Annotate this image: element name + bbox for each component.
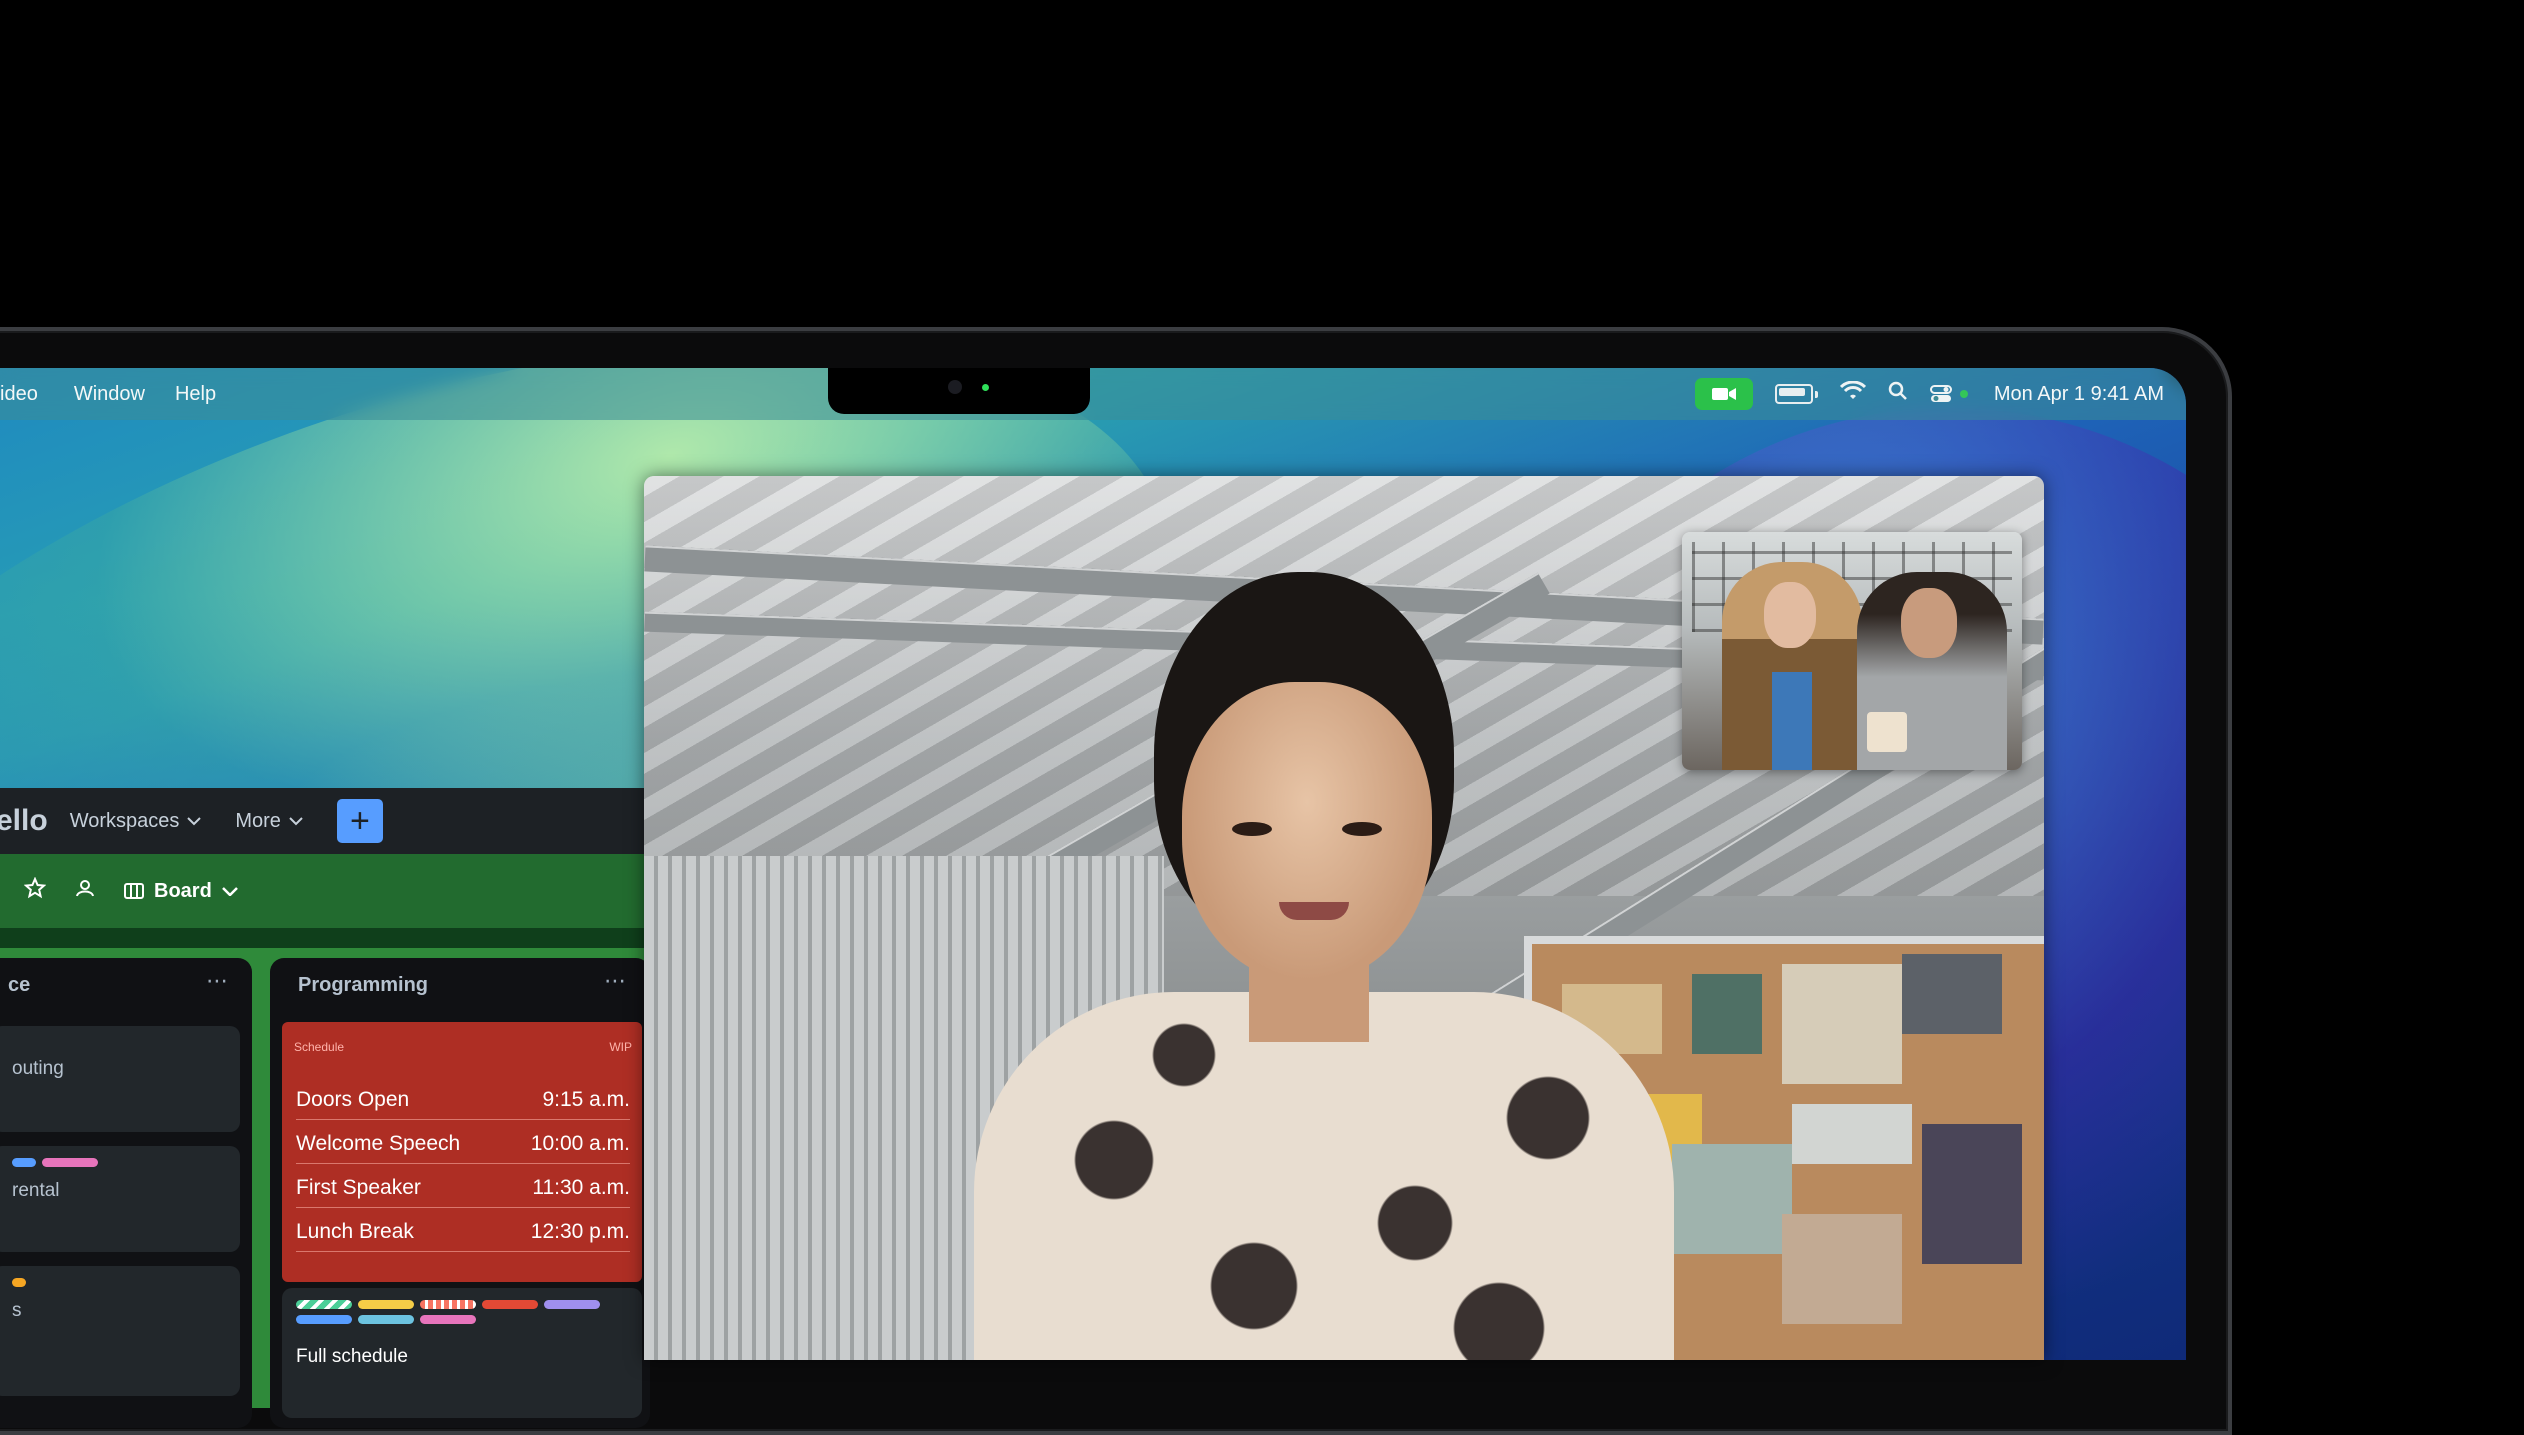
schedule-card-header: Schedule WIP bbox=[294, 1040, 632, 1054]
search-icon[interactable] bbox=[1888, 381, 1908, 407]
list-column: ce ⋯ outing rental s bbox=[0, 958, 252, 1428]
schedule-item-name: Lunch Break bbox=[296, 1220, 414, 1243]
participant-shirt bbox=[974, 992, 1674, 1360]
menu-help[interactable]: Help bbox=[175, 383, 216, 406]
schedule-row: Welcome Speech 10:00 a.m. bbox=[296, 1132, 630, 1164]
participant-mouth bbox=[1279, 902, 1349, 920]
menu-window[interactable]: Window bbox=[74, 383, 145, 406]
camera-lens bbox=[948, 380, 962, 394]
schedule-item-time: 12:30 p.m. bbox=[530, 1220, 630, 1243]
card-labels bbox=[12, 1158, 98, 1167]
card-title: s bbox=[12, 1300, 22, 1321]
participant-eye bbox=[1232, 822, 1272, 836]
list-title[interactable]: Programming bbox=[298, 974, 428, 997]
participant-eye bbox=[1342, 822, 1382, 836]
schedule-card[interactable]: Schedule WIP Doors Open 9:15 a.m. Welcom… bbox=[282, 1022, 642, 1282]
schedule-item-time: 10:00 a.m. bbox=[530, 1132, 630, 1155]
board-view-switcher[interactable]: Board bbox=[124, 880, 238, 903]
schedule-row: First Speaker 11:30 a.m. bbox=[296, 1176, 630, 1208]
list-card[interactable]: rental bbox=[0, 1146, 240, 1252]
board-icon bbox=[124, 883, 144, 899]
menu-bar-left: ideo Window Help bbox=[0, 383, 216, 406]
schedule-item-name: Welcome Speech bbox=[296, 1132, 461, 1155]
schedule-card-label: Schedule bbox=[294, 1040, 345, 1054]
schedule-item-time: 11:30 a.m. bbox=[532, 1176, 630, 1199]
list-card[interactable]: outing bbox=[0, 1026, 240, 1132]
thumbnail-person bbox=[1722, 562, 1862, 770]
more-options-icon[interactable]: ⋯ bbox=[206, 968, 228, 994]
star-icon[interactable] bbox=[23, 876, 47, 905]
more-options-icon[interactable]: ⋯ bbox=[604, 968, 626, 994]
board-view-label: Board bbox=[154, 879, 212, 902]
schedule-card-status: WIP bbox=[609, 1040, 632, 1054]
workspaces-label: Workspaces bbox=[69, 809, 180, 832]
wifi-icon[interactable] bbox=[1839, 380, 1866, 407]
schedule-item-name: Doors Open bbox=[296, 1088, 410, 1111]
schedule-item-time: 9:15 a.m. bbox=[542, 1088, 630, 1111]
create-button[interactable]: + bbox=[336, 799, 383, 843]
more-label: More bbox=[235, 809, 281, 832]
list-card[interactable]: s bbox=[0, 1266, 240, 1396]
coffee-mug bbox=[1867, 712, 1907, 752]
facetime-video-icon[interactable] bbox=[1694, 378, 1753, 410]
list-card[interactable]: Full schedule bbox=[282, 1288, 642, 1418]
chevron-down-icon bbox=[289, 817, 303, 826]
members-icon[interactable] bbox=[74, 877, 96, 905]
list-title[interactable]: ce bbox=[8, 974, 30, 997]
participant-face bbox=[1182, 682, 1432, 982]
menu-bar-right: Mon Apr 1 9:41 AM bbox=[1694, 368, 2164, 420]
board-header-bar: Board bbox=[0, 854, 644, 928]
card-title: rental bbox=[12, 1180, 60, 1201]
card-title: Full schedule bbox=[296, 1346, 408, 1367]
schedule-row: Doors Open 9:15 a.m. bbox=[296, 1088, 630, 1120]
chevron-down-icon bbox=[221, 887, 238, 896]
facetime-window[interactable] bbox=[644, 476, 2044, 1360]
list-column-programming: Programming ⋯ Schedule WIP Doors Open 9:… bbox=[270, 958, 650, 1428]
trello-logo[interactable]: ello bbox=[0, 804, 48, 838]
trello-window: ello Workspaces More + Board ce ⋯ outing… bbox=[0, 788, 650, 1428]
card-labels bbox=[296, 1300, 616, 1324]
menu-bar-clock[interactable]: Mon Apr 1 9:41 AM bbox=[1994, 383, 2164, 406]
trello-top-bar: ello Workspaces More + bbox=[0, 788, 644, 854]
menu-bar: ideo Window Help Mon Apr 1 9:41 AM bbox=[0, 368, 2186, 420]
menu-video[interactable]: ideo bbox=[0, 383, 38, 406]
card-title: outing bbox=[12, 1058, 64, 1079]
board-lists-area: ce ⋯ outing rental s Programming ⋯ Sched… bbox=[0, 948, 650, 1428]
battery-icon[interactable] bbox=[1774, 384, 1818, 404]
control-center-icon[interactable] bbox=[1929, 384, 1952, 404]
workspaces-menu[interactable]: Workspaces bbox=[70, 810, 202, 833]
self-view-thumbnail[interactable] bbox=[1682, 532, 2022, 770]
chevron-down-icon bbox=[187, 817, 202, 826]
schedule-row: Lunch Break 12:30 p.m. bbox=[296, 1220, 630, 1252]
more-menu[interactable]: More bbox=[235, 810, 303, 833]
main-video-participant bbox=[914, 572, 1694, 1360]
camera-notch bbox=[828, 368, 1090, 414]
schedule-item-name: First Speaker bbox=[296, 1176, 421, 1199]
camera-indicator-light bbox=[982, 384, 989, 391]
card-labels bbox=[12, 1278, 26, 1287]
camera-in-use-dot bbox=[1959, 390, 1968, 398]
